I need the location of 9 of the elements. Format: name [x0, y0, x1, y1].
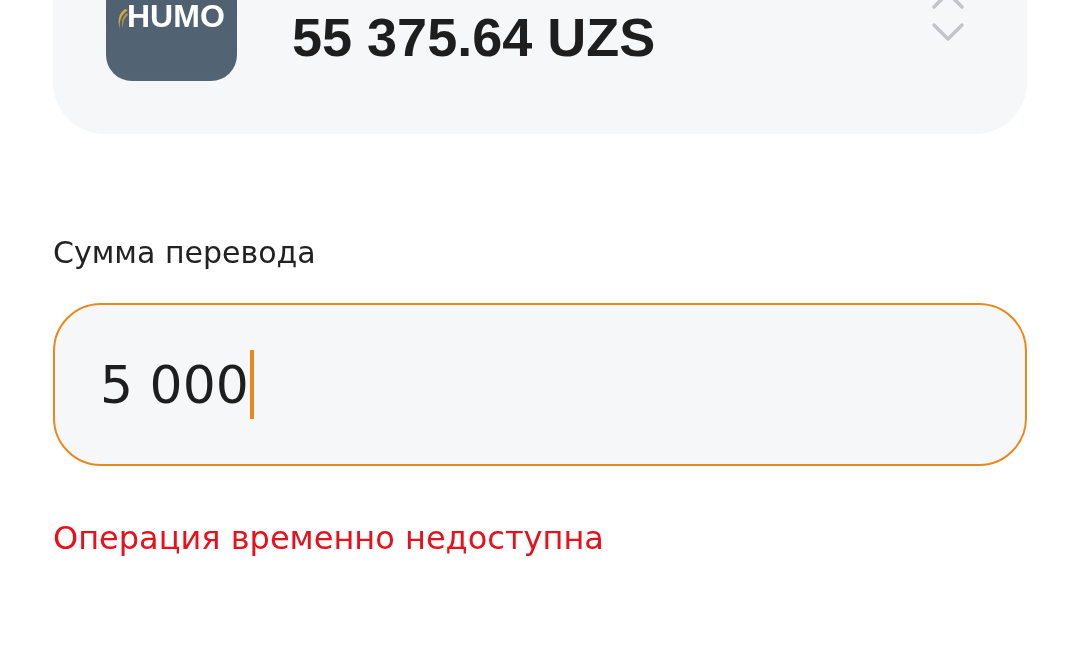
text-cursor-icon	[249, 350, 254, 419]
card-balance: 55 375.64 UZS	[292, 10, 657, 64]
card-panel[interactable]: HUMO 55 375.64 UZS	[53, 0, 1027, 134]
chevrons-icon[interactable]	[931, 0, 965, 44]
amount-field[interactable]: 5 000	[53, 303, 1027, 466]
logo-text: HUMO	[127, 0, 225, 32]
swoosh-icon	[116, 9, 128, 29]
amount-label: Сумма перевода	[53, 235, 317, 271]
error-message: Операция временно недоступна	[53, 519, 605, 558]
